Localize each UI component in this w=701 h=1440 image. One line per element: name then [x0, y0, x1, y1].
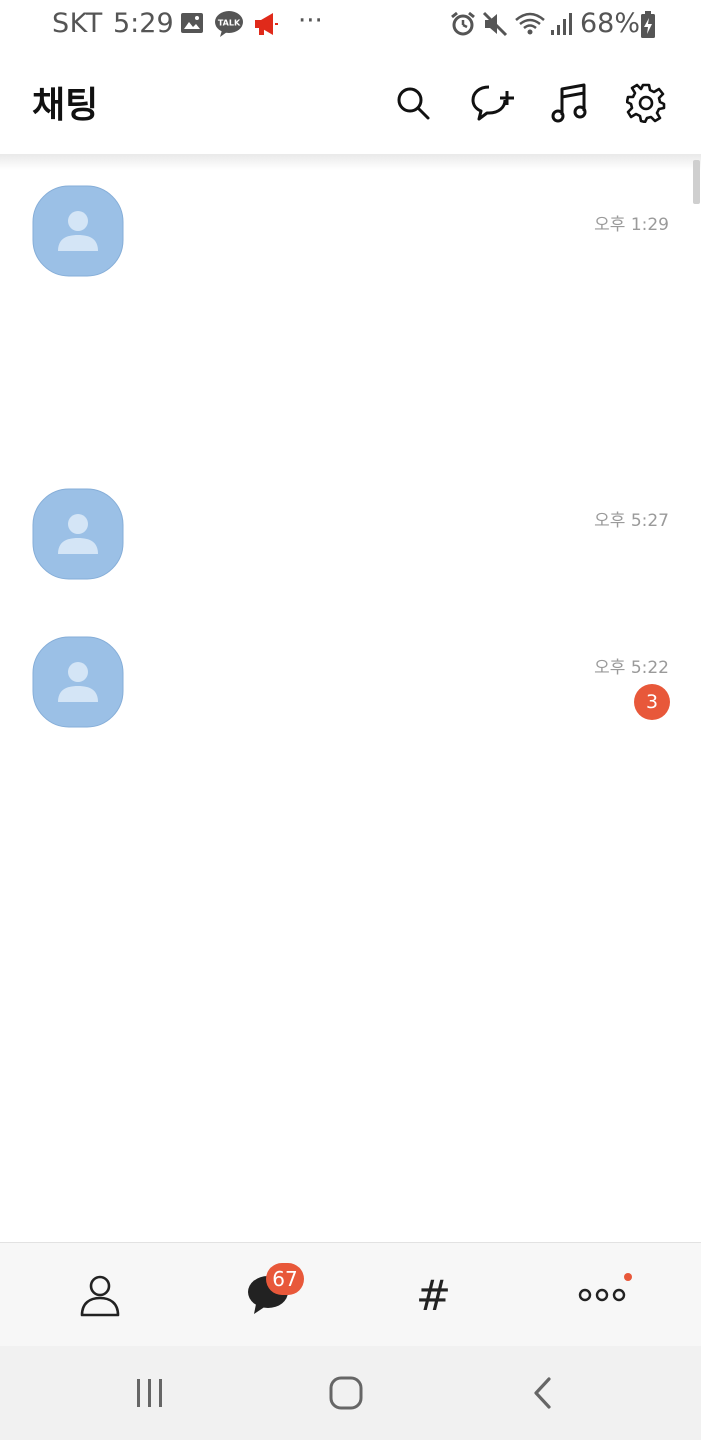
chat-timestamp: 오후 1:29 — [594, 215, 669, 235]
more-icon — [578, 1288, 625, 1302]
friends-icon — [80, 1275, 119, 1317]
tab-more[interactable] — [514, 1243, 689, 1347]
talk-icon-text: TALK — [218, 19, 241, 28]
chat-list-item[interactable]: 오후 5:22 3 — [0, 620, 701, 750]
default-profile-icon — [32, 488, 124, 580]
chat-timestamp: 오후 5:27 — [594, 511, 669, 531]
clock-label: 5:29 — [113, 8, 174, 39]
battery-percent-label: 68% — [580, 8, 641, 39]
tab-friends[interactable] — [12, 1243, 187, 1347]
tab-chats[interactable] — [180, 1243, 355, 1347]
avatar — [32, 636, 124, 728]
unread-count-badge: 3 — [634, 684, 670, 720]
more-notification-dot — [624, 1273, 632, 1281]
status-bar: SKT 5:29 TALK ··· 68% — [0, 0, 701, 50]
search-icon — [397, 87, 430, 120]
megaphone-icon — [253, 11, 279, 41]
music-icon — [551, 83, 587, 123]
recent-apps-icon — [137, 1379, 162, 1407]
back-icon — [534, 1377, 551, 1409]
mute-icon — [482, 11, 508, 41]
wifi-icon — [514, 11, 546, 41]
avatar — [32, 488, 124, 580]
chats-unread-badge: 67 — [266, 1263, 304, 1295]
new-chat-button[interactable] — [470, 80, 516, 126]
system-navigation-bar — [0, 1346, 701, 1440]
battery-charging-icon — [640, 11, 656, 43]
alarm-icon — [450, 11, 476, 41]
avatar — [32, 185, 124, 277]
music-button[interactable] — [546, 80, 592, 126]
chat-list-item[interactable]: 오후 1:29 — [0, 160, 701, 460]
settings-icon — [626, 83, 666, 123]
tab-openchat[interactable]: # — [346, 1243, 521, 1347]
more-dots-icon: ··· — [298, 6, 323, 36]
new-chat-icon — [471, 85, 514, 121]
kakaotalk-icon: TALK — [214, 10, 244, 42]
home-icon — [329, 1376, 363, 1410]
bottom-tab-bar: 67 # — [0, 1242, 701, 1347]
carrier-label: SKT — [52, 8, 103, 39]
search-button[interactable] — [390, 80, 436, 126]
signal-icon — [550, 11, 574, 41]
chat-timestamp: 오후 5:22 — [594, 658, 669, 678]
settings-button[interactable] — [623, 80, 669, 126]
back-button[interactable] — [512, 1368, 572, 1418]
home-button[interactable] — [316, 1368, 376, 1418]
chat-list-item[interactable]: 오후 5:27 — [0, 475, 701, 605]
gallery-icon — [180, 12, 204, 38]
page-title: 채팅 — [32, 85, 99, 126]
openchat-icon: # — [415, 1270, 452, 1320]
recent-apps-button[interactable] — [120, 1368, 180, 1418]
app-header: 채팅 — [0, 50, 701, 154]
default-profile-icon — [32, 636, 124, 728]
default-profile-icon — [32, 185, 124, 277]
